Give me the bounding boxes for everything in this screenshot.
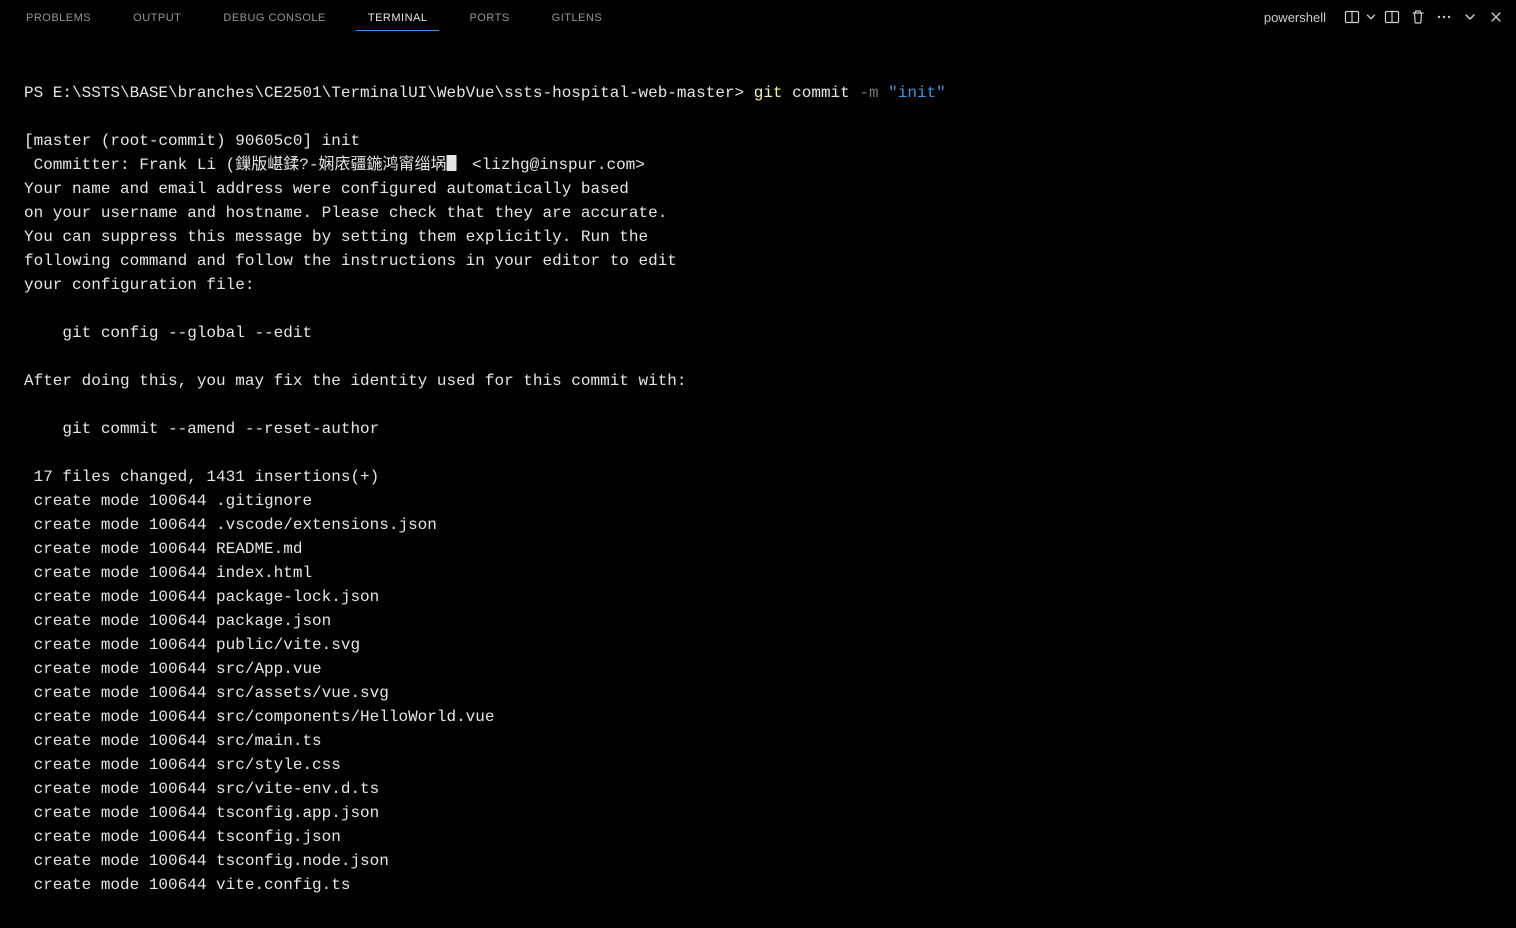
kill-terminal-button[interactable] (1406, 5, 1430, 29)
tab-problems[interactable]: PROBLEMS (14, 4, 103, 31)
panel-header: PROBLEMS OUTPUT DEBUG CONSOLE TERMINAL P… (0, 0, 1516, 35)
cmd-flag: -m (859, 84, 878, 102)
new-terminal-button[interactable] (1380, 5, 1404, 29)
more-actions-button[interactable] (1432, 5, 1456, 29)
shell-selector[interactable]: powershell (1252, 10, 1332, 25)
shell-name: powershell (1264, 10, 1326, 25)
tab-debug-console[interactable]: DEBUG CONSOLE (211, 4, 337, 31)
terminal-text-lines: [master (root-commit) 90605c0] init Comm… (24, 129, 1508, 897)
tab-terminal[interactable]: TERMINAL (356, 4, 440, 31)
cmd-args: commit (783, 84, 860, 102)
close-panel-button[interactable] (1484, 5, 1508, 29)
tab-ports[interactable]: PORTS (457, 4, 521, 31)
prompt-line: PS E:\SSTS\BASE\branches\CE2501\Terminal… (24, 81, 1508, 105)
panel-actions: powershell (1252, 5, 1508, 29)
tab-gitlens[interactable]: GITLENS (540, 4, 615, 31)
panel-tabs: PROBLEMS OUTPUT DEBUG CONSOLE TERMINAL P… (14, 4, 1252, 31)
prompt-prefix: PS E:\SSTS\BASE\branches\CE2501\Terminal… (24, 84, 754, 102)
split-terminal-button[interactable] (1340, 5, 1364, 29)
split-terminal-dropdown[interactable] (1364, 5, 1378, 29)
tab-output[interactable]: OUTPUT (121, 4, 193, 31)
cmd-msg: "init" (888, 84, 946, 102)
cmd-git: git (754, 84, 783, 102)
chevron-down-icon[interactable] (1458, 5, 1482, 29)
terminal-output[interactable]: PS E:\SSTS\BASE\branches\CE2501\Terminal… (0, 35, 1516, 928)
